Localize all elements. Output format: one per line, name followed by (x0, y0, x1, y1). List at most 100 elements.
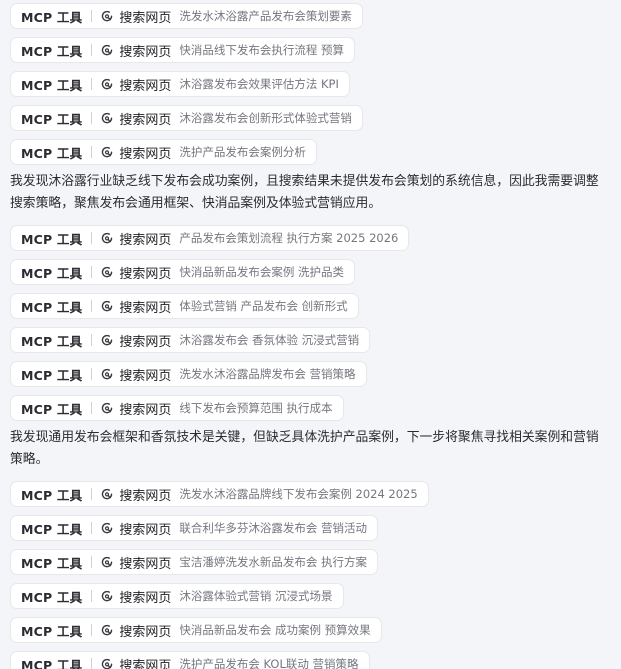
search-query: 快消品新品发布会案例 洗护品类 (179, 265, 344, 279)
mcp-tool-label: MCP 工具 (21, 487, 83, 503)
search-web-label: 搜索网页 (119, 488, 172, 504)
divider (91, 232, 93, 244)
search-web-label: 搜索网页 (119, 658, 172, 669)
assistant-reasoning-text: 我发现沐浴露行业缺乏线下发布会成功案例，且搜索结果未提供发布会策划的系统信息，因… (10, 174, 599, 211)
web-search-step[interactable]: MCP 工具 搜索网页 洗发水沐浴露产品发布会策划要素 (10, 3, 363, 29)
web-search-step[interactable]: MCP 工具 搜索网页 快消品线下发布会执行流程 预算 (10, 37, 355, 63)
search-web-label: 搜索网页 (119, 300, 172, 316)
search-web-label: 搜索网页 (119, 590, 172, 606)
divider (91, 44, 93, 56)
web-search-step[interactable]: MCP 工具 搜索网页 沐浴露体验式营销 沉浸式场景 (10, 583, 344, 609)
web-search-step[interactable]: MCP 工具 搜索网页 快消品新品发布会 成功案例 预算效果 (10, 617, 382, 643)
web-search-icon (102, 300, 113, 312)
web-search-icon (102, 556, 113, 568)
search-query: 洗护产品发布会 KOL联动 营销策略 (179, 657, 359, 669)
web-search-step[interactable]: MCP 工具 搜索网页 沐浴露发布会创新形式体验式营销 (10, 105, 363, 131)
search-web-label: 搜索网页 (119, 402, 172, 418)
mcp-tool-label: MCP 工具 (21, 9, 83, 25)
mcp-tool-label: MCP 工具 (21, 299, 83, 315)
mcp-tool-label: MCP 工具 (21, 145, 83, 161)
mcp-tool-label: MCP 工具 (21, 333, 83, 349)
mcp-tool-label: MCP 工具 (21, 657, 83, 669)
web-search-step[interactable]: MCP 工具 搜索网页 洗发水沐浴露品牌发布会 营销策略 (10, 361, 367, 387)
divider (91, 334, 93, 346)
mcp-tool-label: MCP 工具 (21, 401, 83, 417)
web-search-icon (102, 402, 113, 414)
web-search-step[interactable]: MCP 工具 搜索网页 洗护产品发布会 KOL联动 营销策略 (10, 651, 370, 669)
search-query: 产品发布会策划流程 执行方案 2025 2026 (179, 231, 399, 245)
divider (91, 146, 93, 158)
web-search-step[interactable]: MCP 工具 搜索网页 洗护产品发布会案例分析 (10, 139, 317, 165)
mcp-tool-label: MCP 工具 (21, 521, 83, 537)
divider (91, 266, 93, 278)
divider (91, 300, 93, 312)
web-search-icon (102, 78, 113, 90)
assistant-reasoning-text: 我发现通用发布会框架和香氛技术是关键，但缺乏具体洗护产品案例，下一步将聚焦寻找相… (10, 430, 599, 467)
web-search-icon (102, 10, 113, 22)
search-web-label: 搜索网页 (119, 44, 172, 60)
search-web-label: 搜索网页 (119, 232, 172, 248)
web-search-icon (102, 624, 113, 636)
search-web-label: 搜索网页 (119, 556, 172, 572)
search-query: 沐浴露发布会 香氛体验 沉浸式营销 (179, 333, 360, 347)
web-search-icon (102, 44, 113, 56)
mcp-tool-label: MCP 工具 (21, 231, 83, 247)
mcp-tool-label: MCP 工具 (21, 111, 83, 127)
search-query: 联合利华多芬沐浴露发布会 营销活动 (179, 521, 367, 535)
search-web-label: 搜索网页 (119, 624, 172, 640)
divider (91, 112, 93, 124)
divider (91, 522, 93, 534)
web-search-step[interactable]: MCP 工具 搜索网页 体验式营销 产品发布会 创新形式 (10, 293, 359, 319)
web-search-icon (102, 112, 113, 124)
search-web-label: 搜索网页 (119, 334, 172, 350)
divider (91, 78, 93, 90)
search-web-label: 搜索网页 (119, 10, 172, 26)
web-search-icon (102, 146, 113, 158)
search-web-label: 搜索网页 (119, 522, 172, 538)
divider (91, 368, 93, 380)
search-query: 沐浴露体验式营销 沉浸式场景 (179, 589, 333, 603)
divider (91, 590, 93, 602)
web-search-icon (102, 232, 113, 244)
search-query: 洗发水沐浴露品牌线下发布会案例 2024 2025 (179, 487, 418, 501)
search-query: 线下发布会预算范围 执行成本 (179, 401, 333, 415)
search-query: 沐浴露发布会效果评估方法 KPI (179, 77, 339, 91)
search-web-label: 搜索网页 (119, 266, 172, 282)
divider (91, 488, 93, 500)
search-web-label: 搜索网页 (119, 112, 172, 128)
mcp-tool-label: MCP 工具 (21, 265, 83, 281)
divider (91, 556, 93, 568)
web-search-icon (102, 522, 113, 534)
web-search-step[interactable]: MCP 工具 搜索网页 宝洁潘婷洗发水新品发布会 执行方案 (10, 549, 378, 575)
search-query: 沐浴露发布会创新形式体验式营销 (179, 111, 352, 125)
web-search-step[interactable]: MCP 工具 搜索网页 联合利华多芬沐浴露发布会 营销活动 (10, 515, 378, 541)
web-search-step[interactable]: MCP 工具 搜索网页 线下发布会预算范围 执行成本 (10, 395, 344, 421)
web-search-step[interactable]: MCP 工具 搜索网页 快消品新品发布会案例 洗护品类 (10, 259, 355, 285)
search-web-label: 搜索网页 (119, 78, 172, 94)
web-search-icon (102, 334, 113, 346)
web-search-icon (102, 488, 113, 500)
search-query: 洗发水沐浴露产品发布会策划要素 (179, 9, 352, 23)
mcp-tool-label: MCP 工具 (21, 77, 83, 93)
mcp-tool-label: MCP 工具 (21, 367, 83, 383)
divider (91, 624, 93, 636)
web-search-step[interactable]: MCP 工具 搜索网页 产品发布会策划流程 执行方案 2025 2026 (10, 225, 410, 251)
web-search-icon (102, 590, 113, 602)
mcp-tool-label: MCP 工具 (21, 555, 83, 571)
web-search-step[interactable]: MCP 工具 搜索网页 沐浴露发布会效果评估方法 KPI (10, 71, 350, 97)
web-search-step[interactable]: MCP 工具 搜索网页 洗发水沐浴露品牌线下发布会案例 2024 2025 (10, 481, 429, 507)
search-web-label: 搜索网页 (119, 146, 172, 162)
search-query: 快消品新品发布会 成功案例 预算效果 (179, 623, 371, 637)
web-search-icon (102, 658, 113, 669)
web-search-icon (102, 266, 113, 278)
search-query: 洗护产品发布会案例分析 (179, 145, 306, 159)
divider (91, 658, 93, 669)
mcp-tool-label: MCP 工具 (21, 43, 83, 59)
mcp-tool-label: MCP 工具 (21, 623, 83, 639)
web-search-step[interactable]: MCP 工具 搜索网页 沐浴露发布会 香氛体验 沉浸式营销 (10, 327, 371, 353)
search-activity-log: MCP 工具 搜索网页 洗发水沐浴露产品发布会策划要素 MCP 工具 搜索网页 … (0, 0, 621, 669)
search-query: 快消品线下发布会执行流程 预算 (179, 43, 344, 57)
search-query: 宝洁潘婷洗发水新品发布会 执行方案 (179, 555, 367, 569)
search-query: 洗发水沐浴露品牌发布会 营销策略 (179, 367, 356, 381)
mcp-tool-label: MCP 工具 (21, 589, 83, 605)
